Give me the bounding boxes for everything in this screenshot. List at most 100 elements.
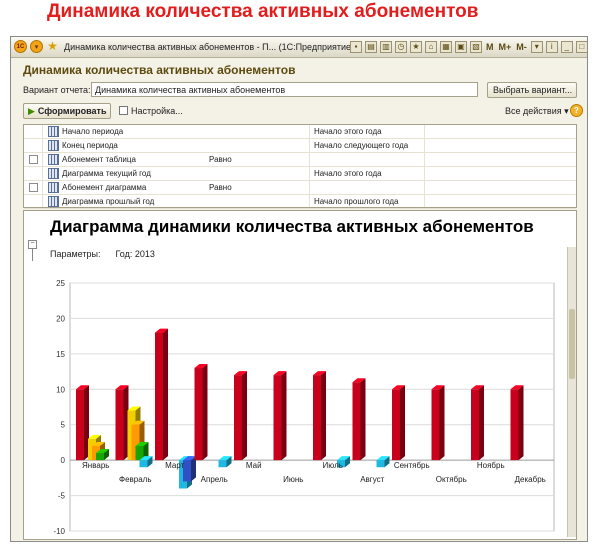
play-icon: ▶ — [28, 106, 35, 116]
favorite-star-icon[interactable]: ★ — [46, 40, 59, 53]
y-tick-label: 25 — [56, 279, 65, 288]
parameter-row[interactable]: Конец периода Начало следующего года — [24, 139, 576, 153]
report-window: 1C ▾ ★ Динамика количества активных абон… — [10, 36, 588, 542]
bar-side — [321, 371, 326, 461]
x-category-label: Март — [165, 461, 184, 470]
parameter-field-icon — [48, 126, 59, 137]
chart-bar — [76, 389, 84, 461]
info-icon[interactable]: i — [545, 41, 558, 53]
clipboard-icon[interactable]: ▧ — [470, 41, 482, 53]
chart-bar — [376, 460, 385, 468]
chart-bar — [115, 389, 124, 461]
x-category-label: Июнь — [283, 475, 303, 484]
link-icon[interactable]: ⌂ — [425, 41, 437, 53]
all-actions-label: Все действия — [505, 106, 562, 116]
favorites-icon[interactable]: ★ — [410, 41, 422, 53]
x-category-label: Май — [246, 461, 262, 470]
history-icon[interactable]: ◷ — [395, 41, 407, 53]
print-preview-icon[interactable]: ▥ — [380, 41, 392, 53]
y-tick-label: 15 — [56, 350, 65, 359]
calculator-icon[interactable]: ▦ — [440, 41, 452, 53]
report-document: − Диаграмма динамики количества активных… — [23, 210, 577, 540]
parameter-checkbox[interactable] — [29, 183, 38, 192]
window-options-icon[interactable]: ▾ — [530, 41, 543, 53]
titlebar-toolbar: ▪ ▤ ▥ ◷ ★ ⌂ ▦ ▣ ▧ M M+ M- ▾ i _ □ × — [350, 40, 587, 54]
app-logo-icon[interactable]: 1C — [14, 40, 27, 53]
x-category-label: Сентябрь — [394, 461, 430, 470]
chart-bar — [218, 460, 227, 468]
report-variant-field[interactable]: Динамика количества активных абонементов — [91, 82, 478, 97]
bar-side — [242, 371, 247, 461]
command-bar: ▶ Сформировать Настройка... Все действия … — [21, 101, 583, 121]
memory-add-button[interactable]: M+ — [498, 42, 513, 52]
parameter-value[interactable]: Начало этого года — [314, 127, 382, 136]
parameter-field-icon — [48, 140, 59, 151]
collapse-group-icon[interactable]: − — [28, 240, 37, 249]
x-category-label: Октябрь — [436, 475, 467, 484]
parameter-row[interactable]: Абонемент таблица Равно — [24, 153, 576, 167]
chart-bar — [352, 382, 361, 461]
settings-button-label: Настройка... — [131, 106, 183, 116]
parameter-row[interactable]: Начало периода Начало этого года — [24, 125, 576, 139]
page-heading: Динамика количества активных абонементов — [47, 1, 479, 22]
save-icon[interactable]: ▪ — [350, 41, 362, 53]
bar-side — [518, 385, 524, 461]
x-category-label: Январь — [82, 461, 109, 470]
x-category-label: Февраль — [119, 475, 152, 484]
chevron-down-icon: ▾ — [564, 106, 569, 116]
variant-label: Вариант отчета: — [23, 85, 91, 95]
y-tick-label: 0 — [61, 456, 66, 465]
generate-button[interactable]: ▶ Сформировать — [23, 103, 111, 119]
memory-subtract-button[interactable]: M- — [515, 42, 528, 52]
print-icon[interactable]: ▤ — [365, 41, 377, 53]
chart-svg: -10 -5 0 5 10 15 20 25 Январь Февраль Март Апрель Ма… — [53, 279, 555, 536]
settings-icon — [119, 106, 128, 115]
settings-button[interactable]: Настройка... — [119, 106, 183, 116]
parameters-table: Начало периода Начало этого года Конец пер… — [23, 124, 577, 209]
bar-side — [400, 385, 405, 461]
select-variant-button[interactable]: Выбрать вариант... — [487, 82, 577, 98]
calendar-icon[interactable]: ▣ — [455, 41, 467, 53]
chart-bar — [471, 389, 479, 461]
parameter-row[interactable]: Диаграмма прошлый год Начало прошлого год… — [24, 195, 576, 209]
chart-bar — [431, 389, 440, 461]
all-actions-menu[interactable]: Все действия ▾ — [505, 106, 569, 117]
memory-store-button[interactable]: M — [485, 42, 495, 52]
chart-bar — [234, 375, 242, 461]
minimize-icon[interactable]: _ — [560, 41, 573, 53]
y-tick-label: 20 — [56, 314, 65, 323]
parameter-row[interactable]: Абонемент диаграмма Равно — [24, 181, 576, 195]
scrollbar-thumb[interactable] — [569, 309, 575, 379]
parameter-name: Диаграмма прошлый год — [62, 197, 155, 206]
chart-bar — [510, 389, 519, 461]
bar-side — [439, 385, 445, 461]
x-category-label: Апрель — [201, 475, 228, 484]
parameter-name: Конец периода — [62, 141, 118, 150]
parameter-value[interactable]: Начало прошлого года — [314, 197, 399, 206]
x-category-label: Ноябрь — [477, 461, 505, 470]
chart-bar — [139, 460, 148, 468]
window-title: Динамика количества активных абонементов… — [64, 42, 355, 52]
parameter-field-icon — [48, 182, 59, 193]
parameter-value[interactable]: Начало следующего года — [314, 141, 408, 150]
window-menu-icon[interactable]: ▾ — [30, 40, 43, 53]
y-tick-label: -10 — [53, 527, 65, 536]
x-category-label: Июль — [323, 461, 343, 470]
chart-bar — [392, 389, 400, 461]
bar-side — [479, 385, 484, 461]
bar-side — [202, 364, 208, 461]
parameter-checkbox[interactable] — [29, 155, 38, 164]
bar-side — [281, 371, 287, 461]
y-tick-label: 10 — [56, 385, 65, 394]
parameter-value[interactable]: Начало этого года — [314, 169, 382, 178]
parameters-label: Параметры: — [50, 249, 101, 259]
x-category-label: Август — [360, 475, 384, 484]
x-category-label: Декабрь — [515, 475, 546, 484]
parameter-comparison[interactable]: Равно — [209, 183, 232, 192]
parameter-comparison[interactable]: Равно — [209, 155, 232, 164]
vertical-scrollbar[interactable] — [567, 247, 576, 537]
y-tick-label: -5 — [58, 492, 66, 501]
maximize-icon[interactable]: □ — [575, 41, 587, 53]
help-icon[interactable]: ? — [570, 104, 583, 117]
parameter-row[interactable]: Диаграмма текущий год Начало этого года — [24, 167, 576, 181]
